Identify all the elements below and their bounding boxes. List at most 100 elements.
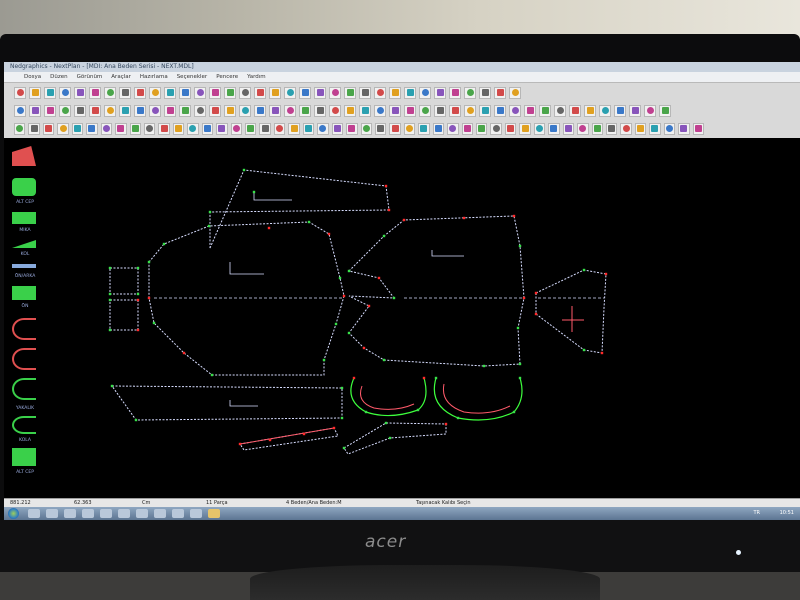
piece-thumb-8[interactable] <box>12 348 36 370</box>
toolbar-button-2-24[interactable] <box>359 104 371 117</box>
toolbar-button-2-25[interactable] <box>374 104 386 117</box>
toolbar-button-3-8[interactable] <box>115 122 127 135</box>
control-point[interactable] <box>327 232 331 236</box>
toolbar-button-1-25[interactable] <box>374 86 386 99</box>
taskbar-app-6[interactable] <box>118 509 130 518</box>
toolbar-button-1-6[interactable] <box>89 86 101 99</box>
toolbar-button-1-31[interactable] <box>464 86 476 99</box>
control-point[interactable] <box>334 322 338 326</box>
toolbar-button-3-44[interactable] <box>634 122 647 135</box>
toolbar-button-3-35[interactable] <box>504 122 517 135</box>
toolbar-button-1-13[interactable] <box>194 86 206 99</box>
control-point[interactable] <box>462 216 466 220</box>
toolbar-button-3-42[interactable] <box>605 122 618 135</box>
toolbar-button-1-11[interactable] <box>164 86 176 99</box>
toolbar-button-3-46[interactable] <box>663 122 676 135</box>
toolbar-button-3-7[interactable] <box>100 122 113 135</box>
toolbar-button-1-3[interactable] <box>44 86 56 99</box>
toolbar-button-2-5[interactable] <box>74 104 86 117</box>
control-point[interactable] <box>512 214 516 218</box>
toolbar-button-3-47[interactable] <box>678 122 690 135</box>
toolbar-button-1-8[interactable] <box>119 86 131 99</box>
toolbar-button-1-18[interactable] <box>269 86 281 99</box>
toolbar-button-2-23[interactable] <box>344 104 356 117</box>
toolbar-button-2-17[interactable] <box>254 104 266 117</box>
control-point[interactable] <box>518 376 522 380</box>
toolbar-button-1-28[interactable] <box>419 86 431 99</box>
toolbar-button-3-26[interactable] <box>374 122 387 135</box>
toolbar-button-2-20[interactable] <box>299 104 311 117</box>
control-point[interactable] <box>208 210 212 214</box>
toolbar-button-1-22[interactable] <box>329 86 341 99</box>
menu-view[interactable]: Görünüm <box>77 74 103 80</box>
toolbar-button-3-34[interactable] <box>490 122 502 135</box>
control-point[interactable] <box>388 436 392 440</box>
toolbar-button-1-23[interactable] <box>344 86 356 99</box>
toolbar-button-3-2[interactable] <box>28 122 40 135</box>
toolbar-button-3-5[interactable] <box>71 122 84 135</box>
piece-thumb-5[interactable] <box>12 264 36 268</box>
control-point[interactable] <box>416 408 420 412</box>
control-point[interactable] <box>382 234 386 238</box>
toolbar-button-1-21[interactable] <box>314 86 326 99</box>
toolbar-button-1-14[interactable] <box>209 86 221 99</box>
toolbar-button-2-8[interactable] <box>119 104 131 117</box>
toolbar-button-2-12[interactable] <box>179 104 191 117</box>
toolbar-button-3-31[interactable] <box>447 122 459 135</box>
control-point[interactable] <box>512 410 516 414</box>
control-point[interactable] <box>108 298 112 302</box>
toolbar-button-1-15[interactable] <box>224 86 236 99</box>
toolbar-button-2-39[interactable] <box>584 104 596 117</box>
toolbar-button-2-29[interactable] <box>434 104 446 117</box>
control-point[interactable] <box>108 292 112 296</box>
taskbar-app-9[interactable] <box>172 509 184 518</box>
toolbar-button-2-27[interactable] <box>404 104 416 117</box>
control-point[interactable] <box>582 268 586 272</box>
toolbar-button-3-30[interactable] <box>432 122 445 135</box>
taskbar-app-active[interactable] <box>208 509 220 518</box>
toolbar-button-3-3[interactable] <box>42 122 55 135</box>
menu-edit[interactable]: Düzen <box>50 74 67 80</box>
toolbar-button-2-32[interactable] <box>479 104 491 117</box>
toolbar-button-2-11[interactable] <box>164 104 176 117</box>
tray-language[interactable]: TR <box>753 510 760 516</box>
menu-file[interactable]: Dosya <box>24 74 41 80</box>
toolbar-button-3-19[interactable] <box>273 122 286 135</box>
control-point[interactable] <box>110 384 114 388</box>
toolbar-button-2-1[interactable] <box>14 104 26 117</box>
toolbar-button-3-12[interactable] <box>172 122 185 135</box>
menu-window[interactable]: Pencere <box>216 74 238 80</box>
toolbar-button-1-19[interactable] <box>284 86 296 99</box>
menu-prepare[interactable]: Hazırlama <box>140 74 168 80</box>
menu-tools[interactable]: Araçlar <box>111 74 131 80</box>
control-point[interactable] <box>108 328 112 332</box>
toolbar-button-2-2[interactable] <box>29 104 41 117</box>
taskbar-app-7[interactable] <box>136 509 148 518</box>
control-point[interactable] <box>238 442 242 446</box>
control-point[interactable] <box>267 226 271 230</box>
control-point[interactable] <box>340 386 344 390</box>
toolbar-button-2-40[interactable] <box>599 104 611 117</box>
toolbar-button-1-1[interactable] <box>14 86 26 99</box>
toolbar-button-1-24[interactable] <box>359 86 371 99</box>
toolbar-button-2-14[interactable] <box>209 104 221 117</box>
toolbar-button-3-22[interactable] <box>317 122 329 135</box>
control-point[interactable] <box>382 358 386 362</box>
control-point[interactable] <box>516 326 520 330</box>
piece-thumb-9[interactable] <box>12 378 36 400</box>
toolbar-button-3-29[interactable] <box>418 122 430 135</box>
piece-thumb-10[interactable] <box>12 416 36 434</box>
toolbar-button-2-41[interactable] <box>614 104 626 117</box>
taskbar-app-10[interactable] <box>190 509 202 518</box>
control-point[interactable] <box>364 410 368 414</box>
control-point[interactable] <box>347 269 351 273</box>
toolbar-button-2-19[interactable] <box>284 104 296 117</box>
toolbar-button-3-45[interactable] <box>649 122 661 135</box>
control-point[interactable] <box>136 328 140 332</box>
toolbar-button-2-9[interactable] <box>134 104 146 117</box>
toolbar-button-2-6[interactable] <box>89 104 101 117</box>
control-point[interactable] <box>387 208 391 212</box>
control-point[interactable] <box>302 432 306 436</box>
control-point[interactable] <box>434 376 438 380</box>
toolbar-button-3-10[interactable] <box>143 122 156 135</box>
